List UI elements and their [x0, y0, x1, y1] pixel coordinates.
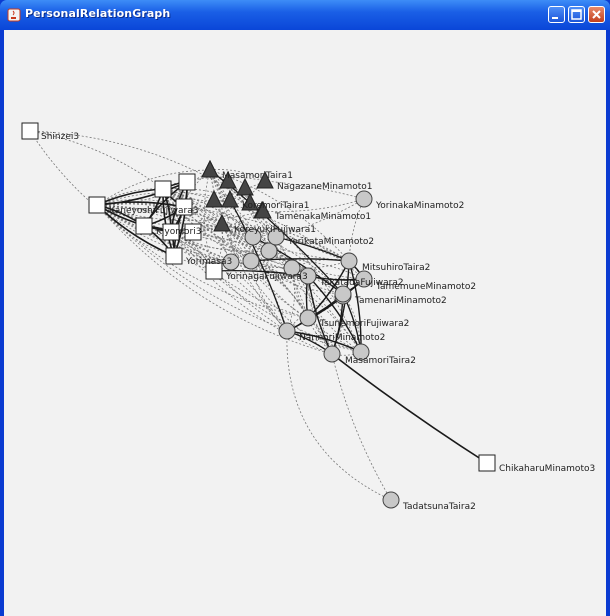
node-label: NarinoriMinamoto2 — [299, 333, 385, 343]
graph-node-yorimasa3[interactable] — [165, 247, 183, 265]
node-label: Shinzei3 — [41, 132, 79, 142]
graph-node-tsunemorifujiwara2[interactable] — [299, 309, 317, 327]
java-cup-icon — [7, 8, 21, 22]
graph-node[interactable] — [260, 242, 278, 260]
relation-graph[interactable]: Shinzei3 YorinakaMinamoto2 ChikaharuMinamo… — [4, 30, 606, 616]
node-label: TsunemoriFujiwara2 — [319, 319, 409, 329]
minimize-button[interactable] — [548, 6, 565, 23]
node-label: TadatsunaTaira2 — [402, 502, 476, 512]
node-label: KoremoriTaira1 — [242, 201, 309, 211]
graph-node-chikaharuminamoto3[interactable] — [478, 454, 496, 472]
node-label: KaneyoshiFujiwara3 — [109, 206, 198, 216]
node-label: YorinakaMinamoto2 — [375, 201, 464, 211]
node-label: YorinagaFujiwara3 — [225, 272, 308, 282]
graph-node[interactable] — [154, 180, 172, 198]
node-label: YorikataMinamoto2 — [287, 237, 374, 247]
minimize-icon — [552, 17, 558, 19]
graph-node-mitsuhirotaira2[interactable] — [340, 252, 358, 270]
node-label: TakatadaFujiwara2 — [319, 278, 404, 288]
relation-edge-dotted — [348, 198, 365, 262]
node-label: TamenakaMinamoto1 — [274, 212, 371, 222]
node-label: MasamoriTaira1 — [222, 171, 293, 181]
node-label: ChikaharuMinamoto3 — [499, 464, 595, 474]
node-label: TamenariMinamoto2 — [354, 296, 447, 306]
close-icon — [592, 10, 601, 19]
graph-node-masamoritaira1[interactable] — [201, 159, 219, 178]
app-window: PersonalRelationGraph Shinzei3 YorinakaMi… — [0, 0, 610, 616]
maximize-button[interactable] — [568, 6, 585, 23]
graph-node-shinzei3[interactable] — [21, 122, 39, 140]
window-title: PersonalRelationGraph — [25, 7, 171, 20]
maximize-icon — [571, 9, 582, 20]
node-label: Kiyomori3 — [156, 227, 201, 237]
graph-node-yorinakaminamoto2[interactable] — [355, 190, 373, 208]
graph-node[interactable] — [178, 173, 196, 191]
graph-node-tadatsunataira2[interactable] — [382, 491, 400, 509]
close-button[interactable] — [588, 6, 605, 23]
title-bar[interactable]: PersonalRelationGraph — [0, 0, 610, 30]
graph-node-tamenariminamoto2[interactable] — [334, 285, 352, 303]
node-label: MitsuhiroTaira2 — [362, 263, 430, 273]
node-label: KoreyukiFujiwara1 — [234, 225, 316, 235]
node-label: NagazaneMinamoto1 — [277, 182, 372, 192]
node-label: MasamoriTaira2 — [345, 356, 416, 366]
relation-edge — [331, 353, 488, 464]
graph-node-masamoritaira2[interactable] — [323, 345, 341, 363]
graph-node-narinoriminamoto2[interactable] — [278, 322, 296, 340]
graph-canvas[interactable]: Shinzei3 YorinakaMinamoto2 ChikaharuMinamo… — [4, 30, 606, 616]
graph-node-kaneyoshifujiwara3[interactable] — [88, 196, 106, 214]
graph-node[interactable] — [242, 252, 260, 270]
graph-node-kiyomori3[interactable] — [135, 217, 153, 235]
node-label: Yorimasa3 — [185, 257, 232, 267]
